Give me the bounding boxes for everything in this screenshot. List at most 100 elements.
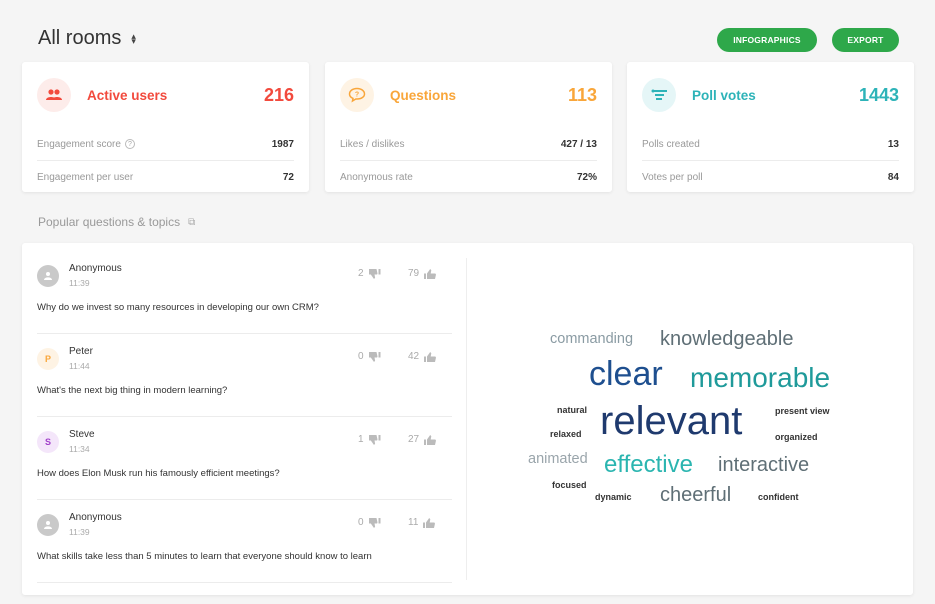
word-cloud-term: memorable <box>690 362 831 393</box>
author-name: Anonymous <box>69 512 122 523</box>
word-cloud-term: clear <box>589 355 663 393</box>
avatar <box>37 265 59 287</box>
sort-arrows-icon: ▴ ▾ <box>131 30 136 46</box>
word-cloud-term: animated <box>528 451 588 467</box>
stat-row: Likes / dislikes 427 / 13 <box>340 128 597 161</box>
room-selector[interactable]: All rooms ▴ ▾ <box>38 27 136 50</box>
thumbs-up-icon <box>423 517 436 528</box>
help-icon[interactable]: ? <box>124 139 135 149</box>
stat-row: Votes per poll 84 <box>642 161 899 194</box>
timestamp: 11:34 <box>69 444 90 454</box>
page-title: All rooms <box>38 27 122 49</box>
thumbs-up-icon <box>424 268 437 279</box>
card-title: Poll votes <box>692 87 756 103</box>
word-cloud-term: focused <box>552 480 587 490</box>
section-title[interactable]: Popular questions & topics ⧉ <box>38 215 195 229</box>
like-button[interactable]: 42 <box>408 351 437 362</box>
question-bubble-icon: ? <box>340 78 374 112</box>
question-text: What skills take less than 5 minutes to … <box>37 551 372 562</box>
thumbs-down-icon <box>368 434 381 445</box>
like-button[interactable]: 79 <box>408 268 437 279</box>
word-cloud-term: natural <box>557 405 588 415</box>
like-count: 79 <box>408 268 420 279</box>
dislike-button[interactable]: 2 <box>358 268 381 279</box>
word-cloud-term: effective <box>604 451 693 478</box>
stat-label: Anonymous rate <box>340 172 413 183</box>
word-cloud-term: interactive <box>718 454 810 476</box>
like-count: 27 <box>408 434 420 445</box>
stat-label: Votes per poll <box>642 172 703 183</box>
avatar-initial: S <box>44 437 51 447</box>
thumbs-up-icon <box>424 434 437 445</box>
word-cloud-term: present view <box>775 406 830 416</box>
stat-row: Engagement score? 1987 <box>37 128 294 161</box>
vertical-divider <box>466 258 467 580</box>
timestamp: 11:39 <box>69 527 90 537</box>
card-value: 113 <box>567 84 597 105</box>
dislike-count: 1 <box>358 434 364 445</box>
popular-questions-panel: Anonymous 11:39 2 79 Why do we invest so… <box>22 243 913 595</box>
question-text: Why do we invest so many resources in de… <box>37 302 319 313</box>
timestamp: 11:44 <box>69 361 90 371</box>
like-count: 42 <box>408 351 420 362</box>
export-button[interactable]: EXPORT <box>832 28 899 52</box>
avatar: P <box>37 348 59 370</box>
like-button[interactable]: 27 <box>408 434 437 445</box>
dislike-button[interactable]: 1 <box>358 434 381 445</box>
dislike-count: 0 <box>358 351 364 362</box>
card-value: 216 <box>263 84 294 105</box>
question-item[interactable]: P Peter 11:44 0 42 What's the next big t… <box>37 334 452 417</box>
stat-label: Engagement per user <box>37 172 134 183</box>
thumbs-down-icon <box>368 351 381 362</box>
poll-icon <box>642 78 676 112</box>
avatar: S <box>37 431 59 453</box>
poll-votes-card: Poll votes 1443 Polls created 13 Votes p… <box>627 62 914 192</box>
stat-value: 72 <box>282 172 294 183</box>
question-item[interactable]: Anonymous 11:39 0 11 What skills take le… <box>37 500 452 583</box>
person-icon <box>44 521 52 529</box>
section-title-label: Popular questions & topics <box>38 215 181 229</box>
question-item[interactable]: S Steve 11:34 1 27 How does Elon Musk ru… <box>37 417 452 500</box>
word-cloud-term: cheerful <box>660 484 732 506</box>
word-cloud-term: relevant <box>600 399 743 443</box>
word-cloud-term: organized <box>775 432 818 442</box>
thumbs-down-icon <box>368 268 381 279</box>
questions-card: ? Questions 113 Likes / dislikes 427 / 1… <box>325 62 612 192</box>
word-cloud-term: dynamic <box>595 492 632 502</box>
question-text: How does Elon Musk run his famously effi… <box>37 468 280 479</box>
like-button[interactable]: 11 <box>408 517 436 528</box>
stat-row: Polls created 13 <box>642 128 899 161</box>
stat-row: Anonymous rate 72% <box>340 161 597 194</box>
dislike-button[interactable]: 0 <box>358 351 381 362</box>
person-icon <box>44 272 52 280</box>
card-title: Active users <box>87 87 168 103</box>
author-name: Steve <box>69 429 95 440</box>
question-item[interactable]: Anonymous 11:39 2 79 Why do we invest so… <box>37 251 452 334</box>
stat-value: 13 <box>887 138 899 150</box>
svg-text:?: ? <box>355 92 359 99</box>
thumbs-up-icon <box>424 351 437 362</box>
word-cloud-term: knowledgeable <box>660 328 794 350</box>
stat-row: Engagement per user 72 <box>37 161 294 194</box>
stat-value: 427 / 13 <box>560 138 597 150</box>
infographics-button[interactable]: INFOGRAPHICS <box>717 28 817 52</box>
author-name: Peter <box>69 346 93 357</box>
stat-value: 1987 <box>271 138 294 150</box>
question-list: Anonymous 11:39 2 79 Why do we invest so… <box>37 251 452 583</box>
card-title: Questions <box>390 87 457 103</box>
dislike-count: 2 <box>358 268 364 279</box>
question-text: What's the next big thing in modern lear… <box>37 385 228 396</box>
card-value: 1443 <box>858 84 899 105</box>
dislike-button[interactable]: 0 <box>358 517 381 528</box>
external-link-icon[interactable]: ⧉ <box>188 217 195 228</box>
users-icon <box>37 78 71 112</box>
avatar <box>37 514 59 536</box>
avatar-initial: P <box>44 354 51 364</box>
timestamp: 11:39 <box>69 278 90 288</box>
stat-value: 84 <box>887 172 899 183</box>
word-cloud-term: confident <box>758 492 799 502</box>
word-cloud-term: relaxed <box>550 429 582 439</box>
stat-value: 72% <box>576 172 597 183</box>
word-cloud: commanding knowledgeable clear memorable nat… <box>468 243 913 595</box>
dislike-count: 0 <box>358 517 364 528</box>
